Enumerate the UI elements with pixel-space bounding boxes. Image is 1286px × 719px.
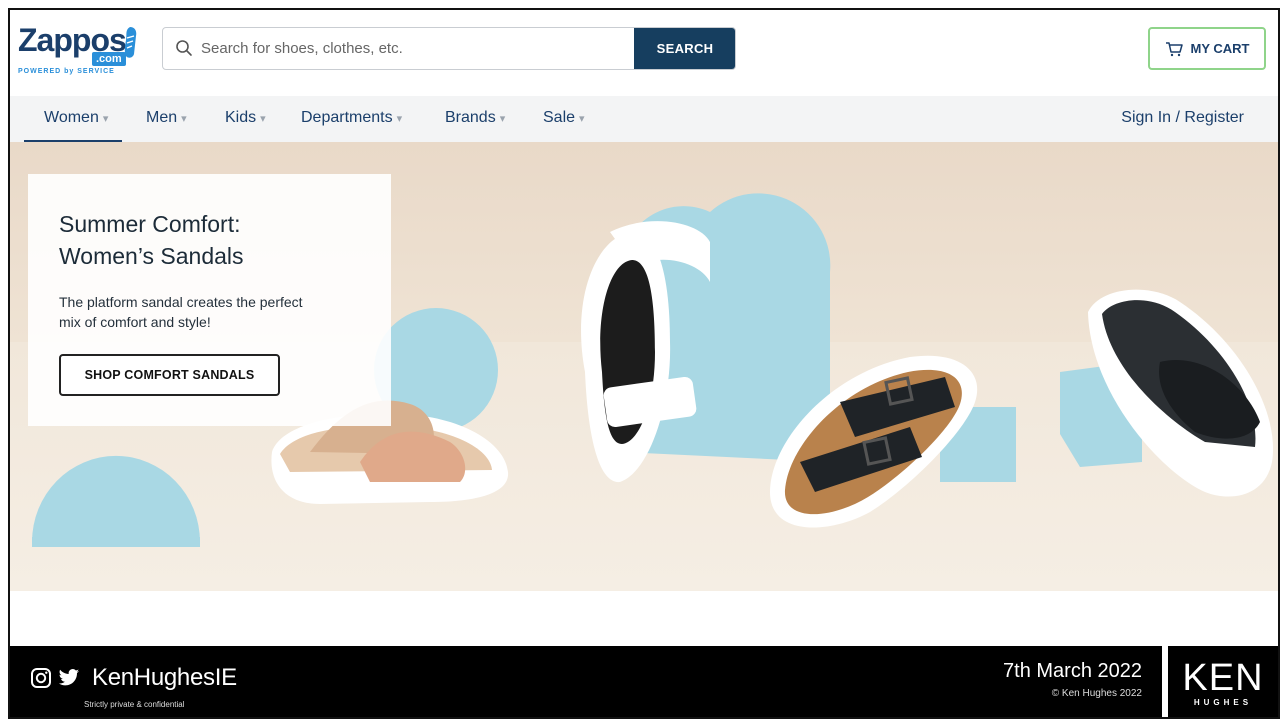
shop-comfort-sandals-button[interactable]: SHOP COMFORT SANDALS — [59, 354, 280, 396]
logo-tagline: POWERED by SERVICE — [18, 68, 115, 75]
screenshot-frame: Zappos .com POWERED by SERVICE SEARCH MY… — [8, 8, 1280, 719]
nav-item-label: Men — [146, 109, 178, 126]
search-input[interactable] — [201, 28, 631, 69]
ken-hughes-logo-big: KEN — [1182, 657, 1264, 699]
hero-title-line1: Summer Comfort: — [59, 211, 241, 237]
copyright-text: © Ken Hughes 2022 — [1051, 688, 1142, 699]
hero-description-line1: The platform sandal creates the perfect — [59, 294, 303, 310]
caret-down-icon: ▾ — [396, 113, 403, 125]
nav-item-label: Women — [44, 109, 99, 126]
caret-down-icon: ▾ — [181, 113, 187, 125]
nav-item-women[interactable]: Women ▾ — [24, 96, 123, 142]
cart-label: MY CART — [1190, 41, 1250, 56]
nav-item-label: Kids — [225, 109, 257, 126]
logo-domain-badge: .com — [92, 52, 126, 66]
site-header: Zappos .com POWERED by SERVICE SEARCH MY… — [10, 10, 1278, 96]
caret-down-icon: ▾ — [260, 113, 266, 125]
zappos-shoe-icon — [124, 27, 137, 58]
main-nav: Women ▾ Men ▾ Kids ▾ Departments ▾ Brands ▾ S… — [10, 96, 1278, 142]
twitter-icon — [58, 669, 80, 686]
hero-banner[interactable]: Summer Comfort: Women’s Sandals The plat… — [10, 142, 1278, 591]
ken-hughes-logo: KEN HUGHES — [1162, 646, 1278, 717]
search-icon — [176, 40, 192, 56]
nav-item-label: Departments — [301, 109, 393, 126]
nav-item-departments[interactable]: Departments ▾ — [301, 96, 402, 142]
nav-item-sale[interactable]: Sale ▾ — [543, 96, 585, 142]
hero-description: The platform sandal creates the perfect … — [59, 292, 359, 332]
nav-item-label: Sale — [543, 109, 576, 126]
search-button[interactable]: SEARCH — [634, 28, 735, 69]
ken-hughes-logo-small: HUGHES — [1193, 698, 1253, 707]
nav-item-men[interactable]: Men ▾ — [146, 96, 187, 142]
confidential-notice: Strictly private & confidential — [84, 700, 185, 709]
presentation-footer: KenHughesIE Strictly private & confident… — [10, 646, 1278, 717]
caret-down-icon: ▾ — [102, 113, 109, 125]
zappos-logo[interactable]: Zappos .com POWERED by SERVICE — [18, 24, 138, 86]
nav-item-kids[interactable]: Kids ▾ — [225, 96, 266, 142]
hero-promo-card: Summer Comfort: Women’s Sandals The plat… — [28, 174, 391, 426]
instagram-icon — [31, 668, 51, 688]
hero-title: Summer Comfort: Women’s Sandals — [59, 208, 359, 272]
search-bar: SEARCH — [162, 27, 736, 70]
cart-icon — [1165, 41, 1183, 56]
sign-in-register-link[interactable]: Sign In / Register — [1121, 96, 1244, 142]
presentation-date: 7th March 2022 — [1003, 660, 1142, 682]
nav-item-brands[interactable]: Brands ▾ — [445, 96, 505, 142]
my-cart-button[interactable]: MY CART — [1148, 27, 1266, 70]
nav-item-label: Brands — [445, 109, 496, 126]
hero-title-line2: Women’s Sandals — [59, 243, 244, 269]
caret-down-icon: ▾ — [499, 113, 506, 125]
social-handle-text: KenHughesIE — [92, 664, 237, 691]
hero-description-line2: mix of comfort and style! — [59, 314, 211, 330]
social-handle: KenHughesIE — [30, 664, 237, 692]
caret-down-icon: ▾ — [579, 113, 585, 125]
